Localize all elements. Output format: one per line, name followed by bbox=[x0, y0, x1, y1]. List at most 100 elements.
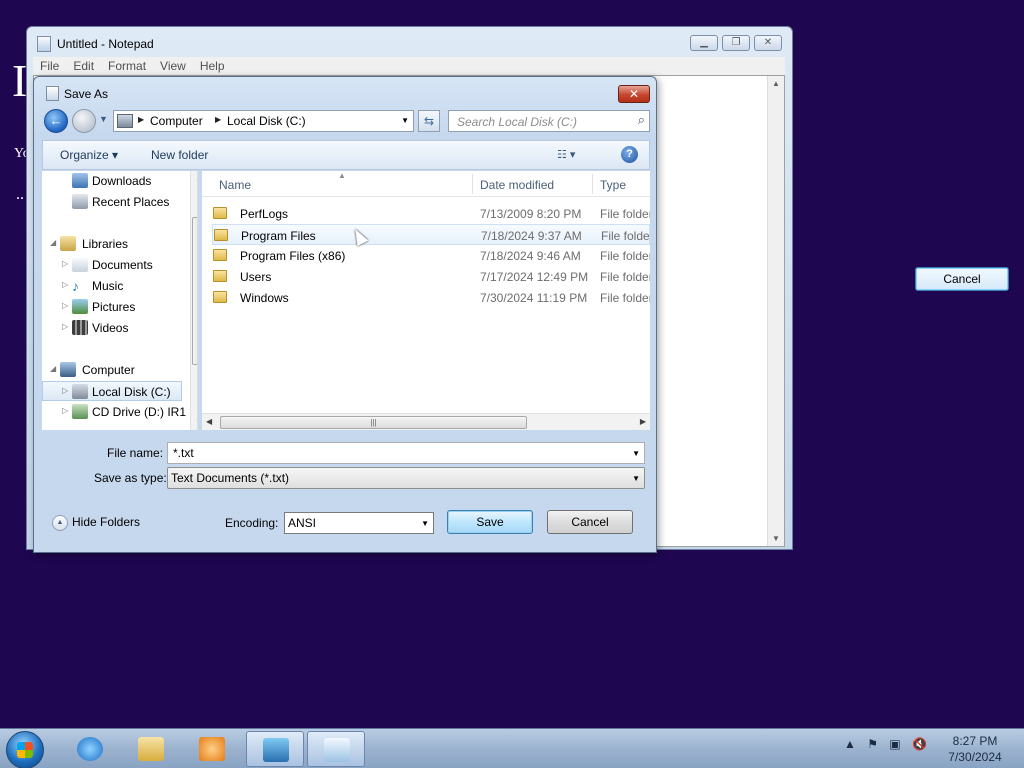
refresh-button[interactable]: ⇆ bbox=[418, 110, 440, 132]
cancel-button[interactable]: Cancel bbox=[547, 510, 633, 534]
scroll-up-icon[interactable]: ▲ bbox=[772, 79, 780, 88]
nav-item-videos[interactable]: ▷ Videos bbox=[42, 318, 182, 338]
hide-folders-button[interactable]: ▲ Hide Folders bbox=[52, 515, 140, 531]
scroll-down-icon[interactable]: ▼ bbox=[195, 418, 197, 427]
save-as-type-value: Text Documents (*.txt) bbox=[171, 471, 290, 485]
file-row-program-files[interactable]: Program Files 7/18/2024 9:37 AM File fol… bbox=[212, 224, 650, 245]
music-icon: ♪ bbox=[72, 278, 79, 294]
sort-indicator-icon: ▲ bbox=[338, 171, 346, 180]
start-button[interactable] bbox=[6, 731, 44, 768]
help-icon[interactable]: ? bbox=[621, 146, 638, 163]
expand-arrow-icon[interactable]: ▷ bbox=[62, 322, 68, 331]
scrollbar-thumb[interactable] bbox=[192, 217, 197, 365]
file-row-program-files-x86[interactable]: Program Files (x86) 7/18/2024 9:46 AM Fi… bbox=[212, 245, 650, 266]
file-row-perflogs[interactable]: PerfLogs 7/13/2009 8:20 PM File folder bbox=[212, 203, 650, 224]
menu-view[interactable]: View bbox=[153, 57, 193, 75]
nav-item-recent-places[interactable]: Recent Places bbox=[42, 192, 182, 212]
column-type[interactable]: Type bbox=[600, 178, 626, 192]
collapse-arrow-icon[interactable]: ◢ bbox=[50, 238, 56, 247]
forward-button[interactable] bbox=[72, 109, 96, 133]
column-name[interactable]: Name bbox=[219, 178, 251, 192]
expand-arrow-icon[interactable]: ▷ bbox=[62, 301, 68, 310]
back-button[interactable]: ← bbox=[44, 109, 68, 133]
breadcrumb-computer[interactable]: Computer bbox=[150, 114, 203, 128]
file-name-dropdown-icon[interactable]: ▼ bbox=[632, 449, 640, 458]
network-icon[interactable]: ▣ bbox=[889, 737, 900, 751]
scroll-up-icon[interactable]: ▲ bbox=[195, 174, 197, 183]
dialog-close-button[interactable]: ✕ bbox=[618, 85, 650, 103]
file-list-horizontal-scrollbar[interactable]: ◀ ||| ▶ bbox=[202, 413, 650, 430]
nav-item-music[interactable]: ▷ ♪ Music bbox=[42, 276, 182, 296]
folder-icon bbox=[213, 291, 227, 303]
navigation-pane-scrollbar[interactable]: ▲ ▼ bbox=[190, 171, 197, 430]
taskbar-file-explorer[interactable] bbox=[122, 731, 180, 767]
scroll-down-icon[interactable]: ▼ bbox=[772, 534, 780, 543]
computer-icon bbox=[60, 362, 76, 377]
notepad-title: Untitled - Notepad bbox=[57, 37, 154, 51]
scroll-left-icon[interactable]: ◀ bbox=[206, 417, 212, 426]
maximize-button[interactable]: ❐ bbox=[722, 35, 750, 51]
save-as-type-dropdown-icon[interactable]: ▼ bbox=[632, 474, 640, 483]
organize-button[interactable]: Organize ▾ bbox=[60, 148, 118, 162]
new-folder-button[interactable]: New folder bbox=[151, 148, 208, 162]
menu-format[interactable]: Format bbox=[101, 57, 153, 75]
action-center-flag-icon[interactable]: ⚑ bbox=[867, 737, 878, 751]
volume-muted-icon[interactable]: 🔇 bbox=[912, 737, 927, 751]
scroll-right-icon[interactable]: ▶ bbox=[640, 417, 646, 426]
collapse-arrow-icon[interactable]: ◢ bbox=[50, 364, 56, 373]
breadcrumb-local-disk[interactable]: Local Disk (C:) bbox=[227, 114, 306, 128]
navigation-pane[interactable]: Downloads Recent Places ◢ Libraries ▷ Do… bbox=[42, 171, 198, 430]
save-as-type-select[interactable]: Text Documents (*.txt) ▼ bbox=[167, 467, 645, 489]
notepad-vertical-scrollbar[interactable]: ▲ ▼ bbox=[767, 76, 784, 546]
scrollbar-thumb[interactable]: ||| bbox=[220, 416, 527, 429]
show-hidden-icons-icon[interactable]: ▲ bbox=[844, 737, 856, 751]
file-row-users[interactable]: Users 7/17/2024 12:49 PM File folder bbox=[212, 266, 650, 287]
videos-icon bbox=[72, 320, 88, 335]
expand-arrow-icon[interactable]: ▷ bbox=[62, 386, 68, 395]
menu-edit[interactable]: Edit bbox=[66, 57, 101, 75]
search-icon[interactable]: ⌕ bbox=[638, 112, 645, 128]
column-date-modified[interactable]: Date modified bbox=[480, 178, 554, 192]
taskbar-internet-explorer[interactable] bbox=[61, 731, 119, 767]
file-list[interactable]: ▲ Name Date modified Type PerfLogs 7/13/… bbox=[202, 171, 650, 430]
clock[interactable]: 8:27 PM 7/30/2024 bbox=[940, 733, 1010, 765]
menu-help[interactable]: Help bbox=[193, 57, 232, 75]
minimize-button[interactable]: ▁ bbox=[690, 35, 718, 51]
menu-file[interactable]: File bbox=[33, 57, 66, 75]
taskbar-media-player[interactable] bbox=[183, 731, 241, 767]
column-divider[interactable] bbox=[472, 174, 473, 194]
taskbar-installer[interactable] bbox=[246, 731, 304, 767]
file-name-input[interactable]: *.txt ▼ bbox=[167, 442, 645, 464]
address-bar[interactable]: ▶ Computer ▶ Local Disk (C:) ▼ bbox=[113, 110, 414, 132]
save-as-type-label: Save as type: bbox=[94, 471, 167, 485]
recent-pages-chevron-icon[interactable]: ▼ bbox=[99, 114, 108, 124]
column-divider[interactable] bbox=[592, 174, 593, 194]
recent-places-icon bbox=[72, 194, 88, 209]
folder-icon bbox=[213, 249, 227, 261]
background-cancel-button[interactable]: Cancel bbox=[915, 267, 1009, 291]
expand-arrow-icon[interactable]: ▷ bbox=[62, 259, 68, 268]
nav-item-documents[interactable]: ▷ Documents bbox=[42, 255, 182, 275]
search-box[interactable]: Search Local Disk (C:) ⌕ bbox=[448, 110, 650, 132]
save-button[interactable]: Save bbox=[447, 510, 533, 534]
nav-item-libraries[interactable]: ◢ Libraries bbox=[42, 234, 182, 254]
breadcrumb-chevron-icon[interactable]: ▶ bbox=[215, 115, 221, 124]
search-placeholder: Search Local Disk (C:) bbox=[457, 115, 578, 129]
breadcrumb-chevron-icon[interactable]: ▶ bbox=[138, 115, 144, 124]
close-button[interactable]: ✕ bbox=[754, 35, 782, 51]
nav-item-pictures[interactable]: ▷ Pictures bbox=[42, 297, 182, 317]
address-dropdown-icon[interactable]: ▼ bbox=[401, 116, 409, 125]
taskbar-notepad[interactable] bbox=[307, 731, 365, 767]
file-row-windows[interactable]: Windows 7/30/2024 11:19 PM File folder bbox=[212, 287, 650, 308]
nav-item-local-disk[interactable]: ▷ Local Disk (C:) bbox=[42, 381, 182, 401]
change-view-icon[interactable]: ☷ ▾ bbox=[557, 148, 575, 161]
nav-item-downloads[interactable]: Downloads bbox=[42, 171, 182, 191]
nav-item-cd-drive[interactable]: ▷ CD Drive (D:) IR1 bbox=[42, 402, 186, 422]
file-name-label: File name: bbox=[107, 446, 164, 460]
encoding-select[interactable]: ANSI ▼ bbox=[284, 512, 434, 534]
pictures-icon bbox=[72, 299, 88, 314]
expand-arrow-icon[interactable]: ▷ bbox=[62, 280, 68, 289]
expand-arrow-icon[interactable]: ▷ bbox=[62, 406, 68, 415]
nav-item-computer[interactable]: ◢ Computer bbox=[42, 360, 182, 380]
encoding-dropdown-icon[interactable]: ▼ bbox=[421, 519, 429, 528]
